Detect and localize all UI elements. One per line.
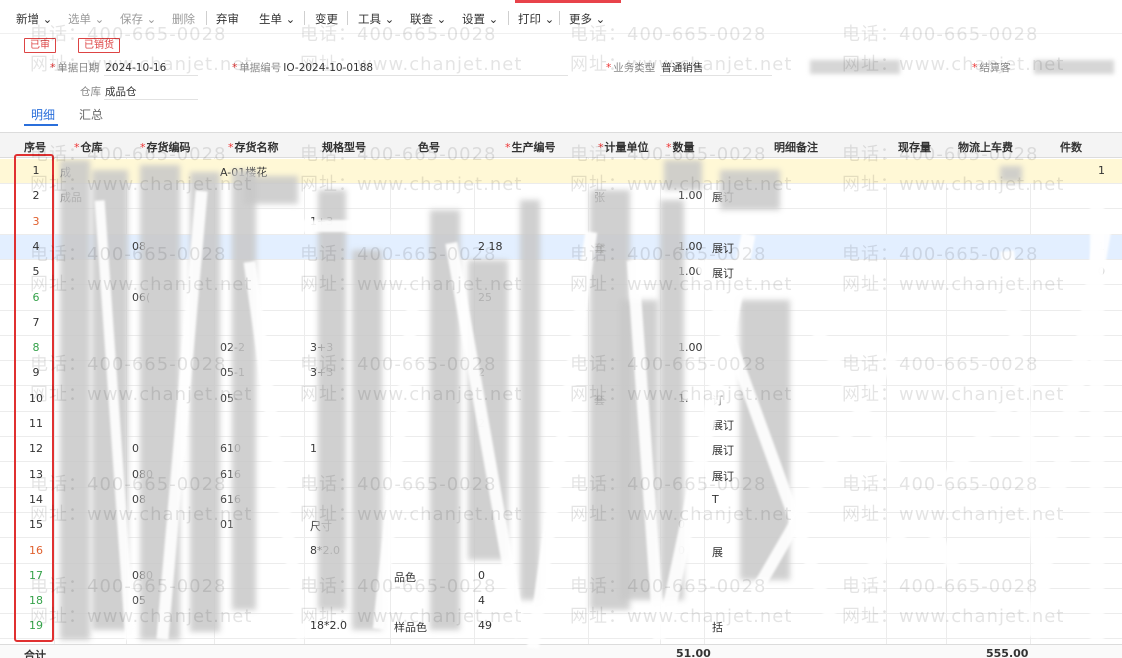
col-header-code[interactable]: *存货编码 (140, 139, 191, 155)
toolbar-divider (508, 11, 509, 25)
col-header-unit[interactable]: *计量单位 (598, 139, 649, 155)
cell-note[interactable]: 括 (712, 619, 723, 635)
toolbar-divider (559, 11, 560, 25)
bill-date-underline (104, 75, 198, 76)
status-badge-sold: 已销货 (78, 38, 120, 53)
toolbar: 新增 ⌄ 选单 ⌄ 保存 ⌄ 删除 弃审 生单 ⌄ 变更 工具 ⌄ 联查 ⌄ 设… (0, 0, 1122, 34)
cell-note[interactable]: 展订 (712, 265, 734, 281)
redaction-stroke (1090, 190, 1104, 640)
bill-date-field[interactable]: * 单据日期 2024-10-16 (50, 60, 166, 75)
redaction-block (318, 190, 346, 610)
row-number-selection (14, 154, 54, 642)
tab-active-indicator (24, 124, 58, 126)
status-badge-audited: 已审 (24, 38, 56, 53)
col-header-qty[interactable]: *数量 (666, 139, 695, 155)
cell-prod[interactable]: 0 (478, 569, 485, 582)
redaction-block (1000, 166, 1022, 182)
footer-qty-total: 51.00 (676, 647, 711, 658)
redacted-field (810, 60, 900, 74)
more-menu[interactable]: 更多 ⌄ (569, 11, 605, 27)
redaction-stroke (300, 220, 390, 232)
toolbar-accent (515, 0, 621, 3)
settle-customer-field[interactable]: * 结算客 (972, 60, 1011, 75)
col-header-no[interactable]: 序号 (24, 139, 46, 155)
cell-color[interactable]: 品色 (394, 569, 416, 585)
cell-prod[interactable]: 4 (478, 594, 485, 607)
redaction-block (664, 160, 702, 190)
cell-spec[interactable]: 18*2.0 (310, 619, 347, 632)
tools-menu[interactable]: 工具 ⌄ (358, 11, 394, 27)
settings-menu[interactable]: 设置 ⌄ (462, 11, 498, 27)
grid-header: 序号 *仓库 *存货编码 *存货名称 规格型号 色号 *生产编号 *计量单位 *… (0, 132, 1122, 158)
cell-note[interactable]: 展订 (712, 240, 734, 256)
redacted-customer (1034, 60, 1114, 74)
cell-pieces[interactable]: 1 (1098, 164, 1105, 177)
cell-note[interactable]: 展订 (712, 442, 734, 458)
cell-prod[interactable]: 49 (478, 619, 492, 632)
change-button[interactable]: 变更 (315, 11, 338, 27)
biz-type-field[interactable]: * 业务类型 普通销售 (606, 60, 703, 75)
col-header-stock[interactable]: 现存量 (898, 139, 931, 155)
redaction-block (232, 170, 256, 610)
col-header-spec[interactable]: 规格型号 (322, 139, 366, 155)
new-button[interactable]: 新增 ⌄ (16, 11, 52, 27)
warehouse-field[interactable]: 仓库 成品仓 (80, 84, 137, 99)
redaction-block (720, 170, 780, 210)
cell-note[interactable]: 展 (712, 544, 723, 560)
generate-button[interactable]: 生单 ⌄ (259, 11, 295, 27)
delete-button[interactable]: 删除 (172, 11, 195, 27)
grid-footer: 合计 51.00 555.00 (0, 644, 1122, 658)
cell-spec[interactable]: 1 (310, 442, 317, 455)
tab-summary[interactable]: 汇总 (79, 106, 103, 123)
query-menu[interactable]: 联查 ⌄ (410, 11, 446, 27)
cell-prod[interactable]: 2 18 (478, 240, 503, 253)
col-header-color[interactable]: 色号 (418, 139, 440, 155)
bill-no-underline (288, 75, 568, 76)
bill-no-field[interactable]: * 单据编号 IO-2024-10-0188 (232, 60, 373, 75)
col-header-note[interactable]: 明细备注 (774, 139, 818, 155)
redaction-block (520, 200, 540, 600)
footer-freight-total: 555.00 (986, 647, 1029, 658)
redaction-block (352, 250, 382, 630)
redaction-block (60, 160, 90, 640)
biz-type-underline (660, 75, 772, 76)
toolbar-divider (206, 11, 207, 25)
col-header-pieces[interactable]: 件数 (1060, 139, 1082, 155)
cell-note[interactable]: T (712, 493, 719, 506)
col-header-freight[interactable]: 物流上车费 (958, 139, 1013, 155)
toolbar-divider (347, 11, 348, 25)
cell-code[interactable]: 0 (132, 442, 139, 455)
toolbar-divider (304, 11, 305, 25)
unaudit-button[interactable]: 弃审 (216, 11, 239, 27)
footer-label: 合计 (24, 649, 46, 658)
cell-note[interactable]: 展订 (712, 468, 734, 484)
tab-detail[interactable]: 明细 (31, 106, 55, 123)
redaction-block (244, 176, 298, 204)
select-bill-button[interactable]: 选单 ⌄ (68, 11, 104, 27)
save-button[interactable]: 保存 ⌄ (120, 11, 156, 27)
cell-color[interactable]: 样品色 (394, 619, 427, 635)
warehouse-underline (104, 99, 198, 100)
print-menu[interactable]: 打印 ⌄ (518, 11, 554, 27)
col-header-warehouse[interactable]: *仓库 (74, 139, 103, 155)
col-header-name[interactable]: *存货名称 (228, 139, 279, 155)
col-header-prod-no[interactable]: *生产编号 (505, 139, 556, 155)
